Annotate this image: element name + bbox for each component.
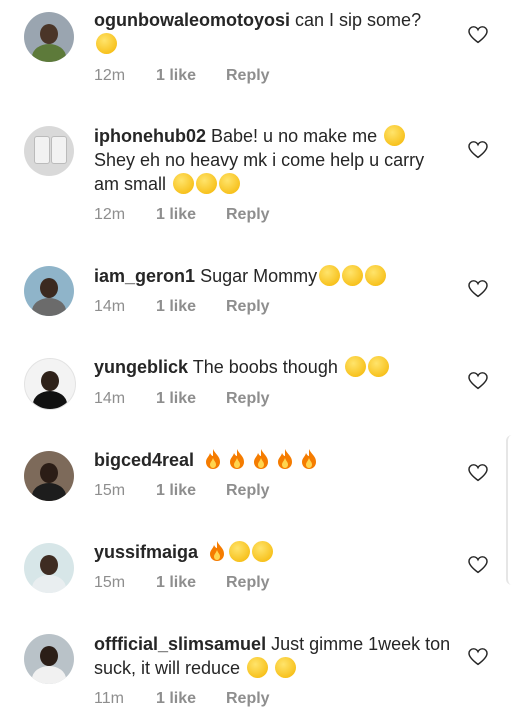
- comment-text: iam_geron1 Sugar Mommy: [94, 264, 454, 288]
- avatar[interactable]: [24, 451, 74, 501]
- avatar[interactable]: [24, 358, 76, 410]
- like-heart-icon[interactable]: [468, 280, 488, 298]
- comment-time: 15m: [94, 574, 126, 591]
- avatar[interactable]: [24, 634, 74, 684]
- comment-body: can I sip some?: [295, 10, 422, 30]
- fire-icon: [206, 449, 221, 469]
- comment-time: 15m: [94, 482, 126, 499]
- comment-username[interactable]: bigced4real: [94, 450, 194, 470]
- avatar[interactable]: [24, 12, 74, 62]
- yum-face-icon: [96, 33, 117, 54]
- comment-time: 11m: [94, 690, 124, 707]
- comment-body: The boobs though: [192, 357, 338, 377]
- comment-likes[interactable]: 1 like: [156, 573, 196, 593]
- heart-eyes-icon: [229, 541, 251, 562]
- like-heart-icon[interactable]: [468, 464, 488, 482]
- reply-button[interactable]: Reply: [226, 389, 270, 409]
- weary-face-icon: [384, 125, 406, 146]
- heart-eyes-icon: [196, 173, 218, 194]
- like-heart-icon[interactable]: [468, 141, 488, 159]
- comment-text: yussifmaiga: [94, 540, 454, 564]
- comment-time: 14m: [94, 390, 126, 407]
- comment-likes[interactable]: 1 like: [156, 481, 196, 501]
- kissing-heart-icon: [275, 657, 297, 678]
- comment-likes[interactable]: 1 like: [156, 689, 196, 709]
- heart-eyes-icon: [247, 657, 269, 678]
- avatar[interactable]: [24, 543, 74, 593]
- reply-button[interactable]: Reply: [226, 481, 270, 501]
- scrollbar[interactable]: [506, 435, 518, 585]
- reply-button[interactable]: Reply: [226, 689, 270, 709]
- heart-eyes-icon: [344, 356, 366, 377]
- comment-likes[interactable]: 1 like: [156, 389, 196, 409]
- comment-time: 14m: [94, 298, 126, 315]
- comment-body-continued: Shey eh no heavy mk i come help u carry …: [94, 150, 425, 194]
- comment-text: yungeblick The boobs though: [94, 355, 454, 379]
- avatar[interactable]: [24, 266, 74, 316]
- comment-username[interactable]: yussifmaiga: [94, 542, 198, 562]
- like-heart-icon[interactable]: [468, 556, 488, 574]
- comment-likes[interactable]: 1 like: [156, 205, 196, 225]
- comment-time: 12m: [94, 67, 126, 84]
- reply-button[interactable]: Reply: [226, 205, 270, 225]
- fire-icon: [254, 449, 269, 469]
- comment-text: ogunbowaleomotoyosi can I sip some?: [94, 8, 454, 56]
- reply-button[interactable]: Reply: [226, 66, 270, 86]
- reply-button[interactable]: Reply: [226, 573, 270, 593]
- reply-button[interactable]: Reply: [226, 297, 270, 317]
- fire-icon: [230, 449, 245, 469]
- comment-body: Babe! u no make me: [211, 126, 378, 146]
- heart-eyes-icon: [365, 265, 387, 286]
- avatar[interactable]: [24, 126, 74, 176]
- yum-face-icon: [219, 173, 241, 194]
- like-heart-icon[interactable]: [468, 26, 488, 44]
- comment-text: offficial_slimsamuel Just gimme 1week to…: [94, 632, 454, 680]
- heart-eyes-icon: [319, 265, 341, 286]
- comment-likes[interactable]: 1 like: [156, 66, 196, 86]
- comment-time: 12m: [94, 206, 126, 223]
- yum-face-icon: [367, 356, 389, 377]
- comment-text: iphonehub02 Babe! u no make me Shey eh n…: [94, 124, 454, 196]
- comment-username[interactable]: ogunbowaleomotoyosi: [94, 10, 290, 30]
- heart-eyes-icon: [342, 265, 364, 286]
- comment-username[interactable]: iphonehub02: [94, 126, 206, 146]
- like-heart-icon[interactable]: [468, 648, 488, 666]
- comment-username[interactable]: offficial_slimsamuel: [94, 634, 266, 654]
- yum-face-icon: [252, 541, 274, 562]
- comment-text: bigced4real: [94, 448, 454, 472]
- fire-icon: [210, 541, 225, 561]
- comment-username[interactable]: iam_geron1: [94, 266, 195, 286]
- like-heart-icon[interactable]: [468, 372, 488, 390]
- fire-icon: [278, 449, 293, 469]
- comment-username[interactable]: yungeblick: [94, 357, 188, 377]
- heart-eyes-icon: [173, 173, 195, 194]
- comment-body: Sugar Mommy: [200, 266, 318, 286]
- fire-icon: [302, 449, 317, 469]
- comment-likes[interactable]: 1 like: [156, 297, 196, 317]
